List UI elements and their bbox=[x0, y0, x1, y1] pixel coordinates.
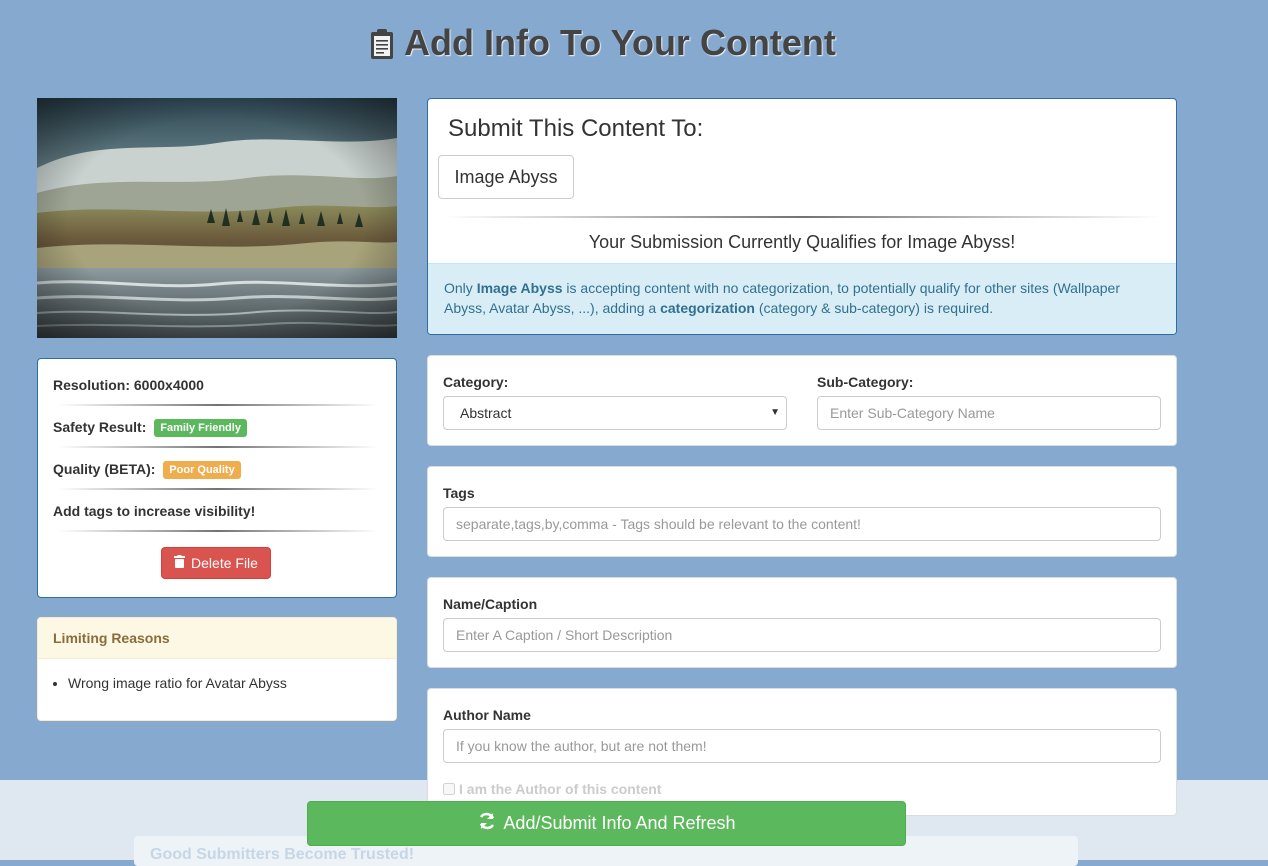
trusted-text: Good Submitters Become Trusted! bbox=[150, 846, 415, 863]
content-preview-image bbox=[37, 98, 397, 338]
limiting-reasons-list: Wrong image ratio for Avatar Abyss bbox=[38, 675, 396, 691]
delete-file-label: Delete File bbox=[191, 555, 258, 571]
divider bbox=[58, 404, 378, 406]
tags-input[interactable] bbox=[443, 507, 1161, 541]
author-input[interactable] bbox=[443, 729, 1161, 763]
author-checkbox[interactable] bbox=[443, 783, 455, 795]
category-panel: Category: Abstract ▼ Sub-Category: bbox=[427, 355, 1177, 446]
submit-refresh-label: Add/Submit Info And Refresh bbox=[503, 813, 736, 833]
trash-icon bbox=[174, 555, 186, 571]
limiting-reasons-panel: Limiting Reasons Wrong image ratio for A… bbox=[37, 617, 397, 721]
info-text: (category & sub-category) is required. bbox=[754, 300, 994, 316]
file-info-panel: Resolution: 6000x4000 Safety Result: Fam… bbox=[37, 358, 397, 598]
safety-badge: Family Friendly bbox=[154, 419, 247, 437]
subcategory-label: Sub-Category: bbox=[817, 374, 914, 390]
resolution-label: Resolution: bbox=[53, 377, 130, 393]
info-text: Only bbox=[444, 280, 477, 296]
submit-to-title: Submit This Content To: bbox=[448, 115, 704, 142]
caret-down-icon: ▼ bbox=[770, 407, 780, 418]
divider bbox=[442, 216, 1162, 218]
categorization-info-alert: Only Image Abyss is accepting content wi… bbox=[428, 263, 1176, 334]
quality-badge: Poor Quality bbox=[163, 461, 241, 479]
submit-refresh-button[interactable]: Add/Submit Info And Refresh bbox=[307, 801, 906, 846]
clipboard-icon bbox=[370, 27, 394, 59]
refresh-icon bbox=[477, 811, 497, 836]
quality-label: Quality (BETA): bbox=[53, 461, 156, 477]
category-label: Category: bbox=[443, 374, 509, 390]
limiting-reasons-title: Limiting Reasons bbox=[38, 618, 396, 659]
category-select[interactable]: Abstract ▼ bbox=[443, 396, 787, 430]
info-site-name: Image Abyss bbox=[476, 280, 563, 296]
info-categorization: categorization bbox=[660, 300, 755, 316]
divider bbox=[58, 446, 378, 448]
author-checkbox-label: I am the Author of this content bbox=[459, 781, 662, 797]
tags-panel: Tags bbox=[427, 466, 1177, 557]
delete-file-button[interactable]: Delete File bbox=[161, 547, 271, 579]
safety-label: Safety Result: bbox=[53, 419, 147, 435]
submit-to-panel: Submit This Content To: Image Abyss Your… bbox=[427, 98, 1177, 335]
author-panel: Author Name I am the Author of this cont… bbox=[427, 688, 1177, 816]
page-title-text: Add Info To Your Content bbox=[404, 22, 836, 63]
image-abyss-button[interactable]: Image Abyss bbox=[438, 155, 574, 199]
subcategory-input[interactable] bbox=[817, 396, 1161, 430]
author-label: Author Name bbox=[443, 707, 531, 723]
page-title: Add Info To Your Content bbox=[370, 22, 836, 64]
caption-label: Name/Caption bbox=[443, 596, 538, 612]
caption-panel: Name/Caption bbox=[427, 577, 1177, 668]
quality-row: Quality (BETA): Poor Quality bbox=[53, 461, 241, 479]
caption-input[interactable] bbox=[443, 618, 1161, 652]
author-checkbox-row[interactable]: I am the Author of this content bbox=[443, 781, 661, 797]
tags-label: Tags bbox=[443, 485, 475, 501]
safety-row: Safety Result: Family Friendly bbox=[53, 419, 247, 437]
resolution-row: Resolution: 6000x4000 bbox=[53, 377, 204, 393]
category-selected-value: Abstract bbox=[460, 405, 512, 421]
resolution-value: 6000x4000 bbox=[133, 377, 204, 393]
list-item: Wrong image ratio for Avatar Abyss bbox=[68, 675, 396, 691]
tags-hint: Add tags to increase visibility! bbox=[53, 503, 256, 519]
qualifies-text: Your Submission Currently Qualifies for … bbox=[588, 232, 1016, 252]
divider bbox=[58, 488, 378, 490]
divider bbox=[58, 530, 378, 532]
